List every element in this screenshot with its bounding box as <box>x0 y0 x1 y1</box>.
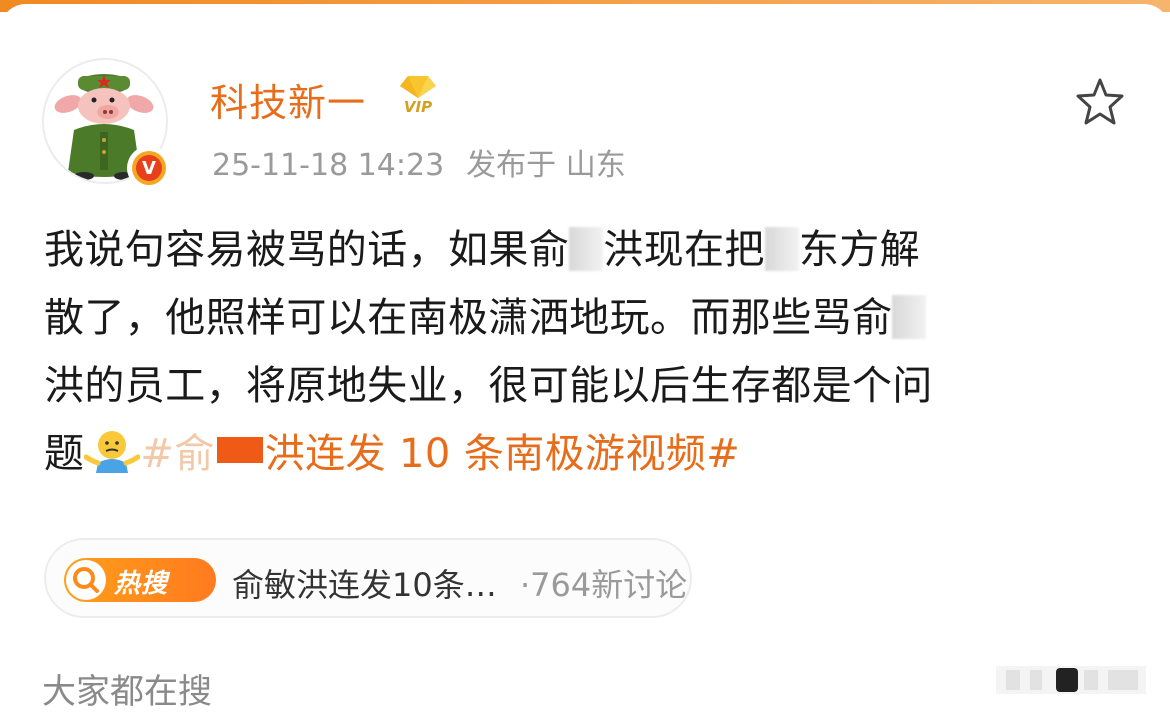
hot-search-pill[interactable]: 热搜 俞敏洪连发10条… ·764新讨论 <box>44 538 692 618</box>
everyone-searching-title: 大家都在搜 <box>42 672 212 712</box>
post-card: V 科技新一 VIP 25-11-18 14:23 发布于 山东 我说句容易被骂的… <box>0 4 1170 712</box>
verified-badge-icon: V <box>127 146 171 190</box>
star-icon <box>1076 78 1124 125</box>
post-text-line1a: 我说句容易被骂的话，如果俞 <box>44 227 570 273</box>
post-text-line4: 题 <box>44 431 85 477</box>
post-text-line1c: 东方解 <box>798 227 921 273</box>
redaction <box>216 437 263 463</box>
svg-text:VIP: VIP <box>404 98 432 116</box>
vip-crown-icon[interactable]: VIP <box>396 74 440 116</box>
post-text-line1b: 洪现在把 <box>603 227 765 273</box>
watermark-logo <box>996 666 1146 694</box>
favorite-button[interactable] <box>1074 76 1126 128</box>
post-text-line3: 洪的员工，将原地失业，很可能以后生存都是个问 <box>44 363 933 409</box>
post-meta: 25-11-18 14:23 发布于 山东 <box>212 140 626 184</box>
username[interactable]: 科技新一 <box>210 72 366 127</box>
post-location: 发布于 山东 <box>466 148 626 183</box>
redaction <box>569 227 604 271</box>
redaction <box>892 295 927 339</box>
post-body: 我说句容易被骂的话，如果俞 洪现在把 东方解 散了，他照样可以在南极潇洒地玩。而那些… <box>44 216 1114 488</box>
hot-search-count: ·764新讨论 <box>520 566 688 604</box>
hashtag-link[interactable]: #俞 洪连发 10 条南极游视频# <box>140 431 740 477</box>
redaction <box>764 227 799 271</box>
hot-search-title: 俞敏洪连发10条… <box>232 566 497 604</box>
hot-search-badge: 热搜 <box>64 558 216 602</box>
hot-search-icon <box>73 567 99 593</box>
shrug-emoji-icon <box>84 431 141 473</box>
post-timestamp: 25-11-18 14:23 <box>212 148 445 183</box>
hot-search-label: 热搜 <box>114 569 169 599</box>
post-text-line2: 散了，他照样可以在南极潇洒地玩。而那些骂俞 <box>44 295 893 341</box>
